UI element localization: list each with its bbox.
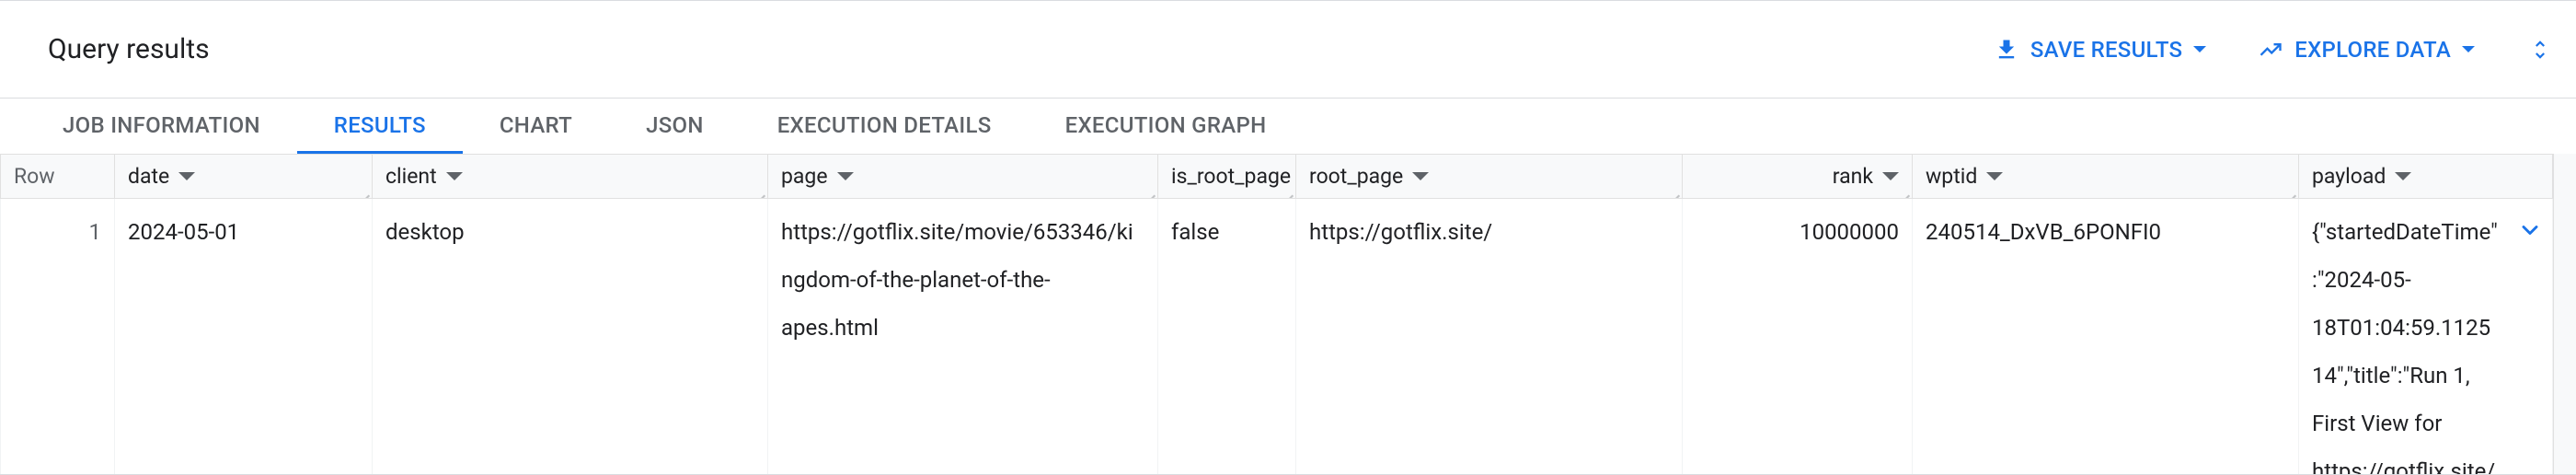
col-page-label: page	[781, 164, 828, 189]
resize-handle[interactable]	[357, 183, 370, 196]
col-page[interactable]: page	[768, 155, 1158, 199]
resize-handle[interactable]	[1281, 183, 1294, 196]
expand-panel-button[interactable]	[2523, 32, 2558, 67]
download-icon	[1994, 37, 2019, 63]
table-header-row: Row date client page	[1, 155, 2553, 199]
tabs: JOB INFORMATION RESULTS CHART JSON EXECU…	[0, 98, 2576, 154]
cell-payload: {"startedDateTime":"2024-05-18T01:04:59.…	[2299, 199, 2553, 475]
explore-data-button[interactable]: EXPLORE DATA	[2254, 29, 2478, 70]
col-menu-icon[interactable]	[446, 172, 463, 180]
col-date[interactable]: date	[115, 155, 373, 199]
col-menu-icon[interactable]	[837, 172, 854, 180]
unfold-icon	[2528, 38, 2552, 62]
resize-handle[interactable]	[1143, 183, 1156, 196]
col-menu-icon[interactable]	[178, 172, 195, 180]
col-rank-label: rank	[1833, 164, 1873, 189]
col-rank[interactable]: rank	[1683, 155, 1913, 199]
expand-row-button[interactable]	[2517, 212, 2543, 260]
col-date-label: date	[128, 164, 169, 189]
tab-job-information[interactable]: JOB INFORMATION	[26, 98, 297, 154]
col-wptid[interactable]: wptid	[1913, 155, 2299, 199]
cell-client: desktop	[373, 199, 768, 475]
results-grid-wrap: Row date client page	[0, 154, 2576, 474]
col-is-root-page[interactable]: is_root_page	[1158, 155, 1296, 199]
table-row: 1 2024-05-01 desktop https://gotflix.sit…	[1, 199, 2553, 475]
tab-execution-graph[interactable]: EXECUTION GRAPH	[1029, 98, 1304, 154]
col-wptid-label: wptid	[1926, 164, 1977, 189]
col-payload[interactable]: payload	[2299, 155, 2553, 199]
title-actions: SAVE RESULTS EXPLORE DATA	[1990, 29, 2558, 70]
col-menu-icon[interactable]	[1412, 172, 1429, 180]
chevron-down-icon	[2517, 217, 2543, 243]
col-payload-label: payload	[2312, 164, 2386, 189]
query-results-panel: Query results SAVE RESULTS EXPLORE DATA …	[0, 0, 2576, 475]
results-grid: Row date client page	[0, 154, 2553, 474]
page-title: Query results	[48, 33, 210, 65]
cell-is-root-page: false	[1158, 199, 1296, 475]
save-results-button[interactable]: SAVE RESULTS	[1990, 29, 2210, 70]
cell-wptid: 240514_DxVB_6PONFI0	[1913, 199, 2299, 475]
tab-chart[interactable]: CHART	[463, 98, 609, 154]
vertical-scrollbar[interactable]	[2553, 154, 2576, 474]
cell-rownum: 1	[1, 199, 115, 475]
col-root-page-label: root_page	[1309, 164, 1403, 189]
explore-data-label: EXPLORE DATA	[2294, 37, 2451, 63]
col-client-label: client	[385, 164, 437, 189]
results-table: Row date client page	[0, 154, 2553, 474]
col-client[interactable]: client	[373, 155, 768, 199]
tab-results[interactable]: RESULTS	[297, 98, 463, 154]
tab-json[interactable]: JSON	[609, 98, 741, 154]
cell-page: https://gotflix.site/movie/653346/kingdo…	[768, 199, 1158, 475]
cell-root-page: https://gotflix.site/	[1296, 199, 1683, 475]
save-results-label: SAVE RESULTS	[2030, 37, 2182, 63]
resize-handle[interactable]	[1667, 183, 1680, 196]
cell-date: 2024-05-01	[115, 199, 373, 475]
col-row: Row	[1, 155, 115, 199]
col-root-page[interactable]: root_page	[1296, 155, 1683, 199]
col-menu-icon[interactable]	[1882, 172, 1899, 180]
chart-icon	[2258, 37, 2283, 63]
caret-down-icon	[2462, 46, 2475, 52]
col-row-label: Row	[14, 164, 55, 189]
tab-execution-details[interactable]: EXECUTION DETAILS	[741, 98, 1029, 154]
titlebar: Query results SAVE RESULTS EXPLORE DATA	[0, 1, 2576, 98]
resize-handle[interactable]	[2283, 183, 2296, 196]
resize-handle[interactable]	[753, 183, 765, 196]
caret-down-icon	[2193, 46, 2206, 52]
cell-payload-text: {"startedDateTime":"2024-05-18T01:04:59.…	[2312, 219, 2498, 474]
resize-handle[interactable]	[1897, 183, 1910, 196]
col-is-root-label: is_root_page	[1171, 164, 1291, 189]
col-menu-icon[interactable]	[2395, 172, 2411, 180]
cell-rank: 10000000	[1683, 199, 1913, 475]
col-menu-icon[interactable]	[1986, 172, 2003, 180]
